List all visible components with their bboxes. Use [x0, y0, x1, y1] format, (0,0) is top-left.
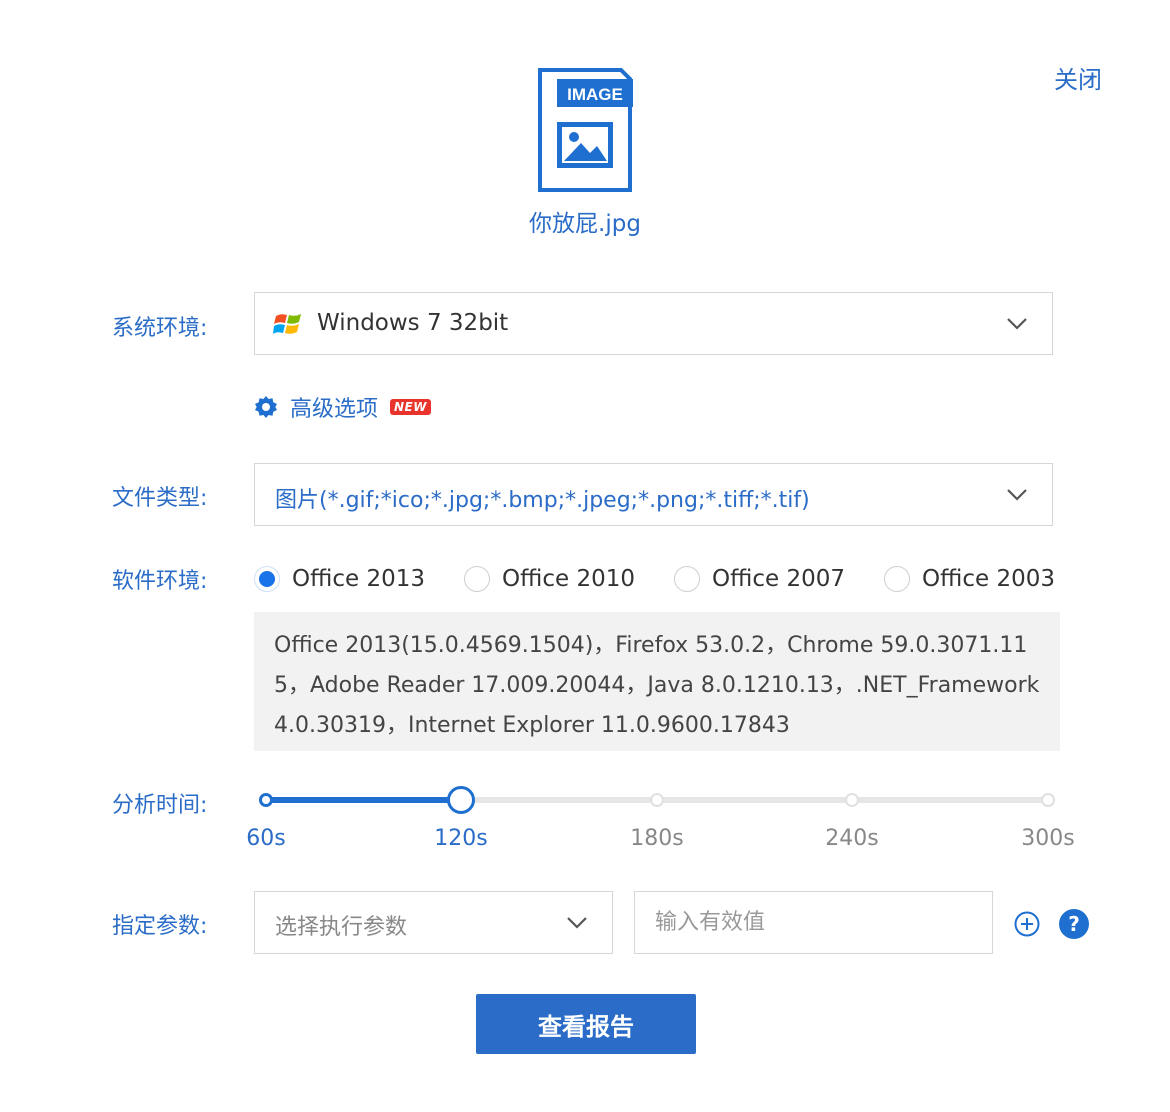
- radio-label: Office 2007: [712, 566, 845, 592]
- slider-fill: [266, 797, 461, 803]
- radio-office-2010[interactable]: Office 2010: [464, 562, 635, 596]
- tick-label-120s[interactable]: 120s: [434, 826, 487, 851]
- tick-label-180s[interactable]: 180s: [630, 826, 683, 851]
- close-link[interactable]: 关闭: [1054, 60, 1102, 95]
- system-env-label: 系统环境:: [112, 316, 208, 341]
- radio-label: Office 2013: [292, 566, 425, 592]
- radio-office-2007[interactable]: Office 2007: [674, 562, 845, 596]
- analysis-time-label: 分析时间:: [112, 793, 208, 818]
- radio-office-2013[interactable]: Office 2013: [254, 562, 425, 596]
- file-badge-text: IMAGE: [567, 85, 623, 104]
- slider-stop-60s[interactable]: [259, 793, 273, 807]
- analysis-time-slider[interactable]: [254, 780, 1064, 820]
- slider-stop-240s[interactable]: [845, 793, 859, 807]
- tick-label-240s[interactable]: 240s: [825, 826, 878, 851]
- file-type-label: 文件类型:: [112, 486, 208, 511]
- file-type-select[interactable]: 图片(*.gif;*ico;*.jpg;*.bmp;*.jpeg;*.png;*…: [254, 463, 1053, 526]
- radio-dot[interactable]: [254, 566, 280, 592]
- advanced-options-label: 高级选项: [290, 397, 379, 422]
- slider-thumb[interactable]: [447, 786, 475, 814]
- params-label: 指定参数:: [112, 914, 208, 939]
- file-type-value: 图片(*.gif;*ico;*.jpg;*.bmp;*.jpeg;*.png;*…: [275, 488, 810, 513]
- chevron-down-icon: [1007, 488, 1027, 501]
- image-file-icon: IMAGE: [537, 67, 633, 193]
- param-value-input[interactable]: [634, 891, 993, 954]
- system-env-value: Windows 7 32bit: [317, 310, 509, 336]
- software-env-label: 软件环境:: [112, 569, 208, 594]
- software-info-box: Office 2013(15.0.4569.1504)，Firefox 53.0…: [254, 612, 1060, 751]
- slider-stop-300s[interactable]: [1041, 793, 1055, 807]
- radio-dot[interactable]: [464, 566, 490, 592]
- tick-label-300s[interactable]: 300s: [1021, 826, 1074, 851]
- help-icon[interactable]: ?: [1059, 909, 1089, 939]
- chevron-down-icon: [1007, 317, 1027, 330]
- add-param-icon[interactable]: [1014, 911, 1040, 937]
- new-badge: NEW: [390, 399, 431, 415]
- radio-label: Office 2010: [502, 566, 635, 592]
- gear-icon: [255, 396, 277, 418]
- system-env-select[interactable]: Windows 7 32bit: [254, 292, 1053, 355]
- view-report-button[interactable]: 查看报告: [476, 994, 696, 1054]
- chevron-down-icon: [567, 916, 587, 929]
- windows-logo-icon: [273, 314, 301, 334]
- slider-stop-180s[interactable]: [650, 793, 664, 807]
- file-name: 你放屁.jpg: [529, 211, 641, 237]
- param-select-placeholder: 选择执行参数: [275, 915, 408, 940]
- advanced-options-link[interactable]: 高级选项 NEW: [254, 390, 431, 424]
- radio-dot[interactable]: [674, 566, 700, 592]
- tick-label-60s[interactable]: 60s: [246, 826, 285, 851]
- param-select[interactable]: 选择执行参数: [254, 891, 613, 954]
- radio-label: Office 2003: [922, 566, 1055, 592]
- radio-dot[interactable]: [884, 566, 910, 592]
- radio-office-2003[interactable]: Office 2003: [884, 562, 1055, 596]
